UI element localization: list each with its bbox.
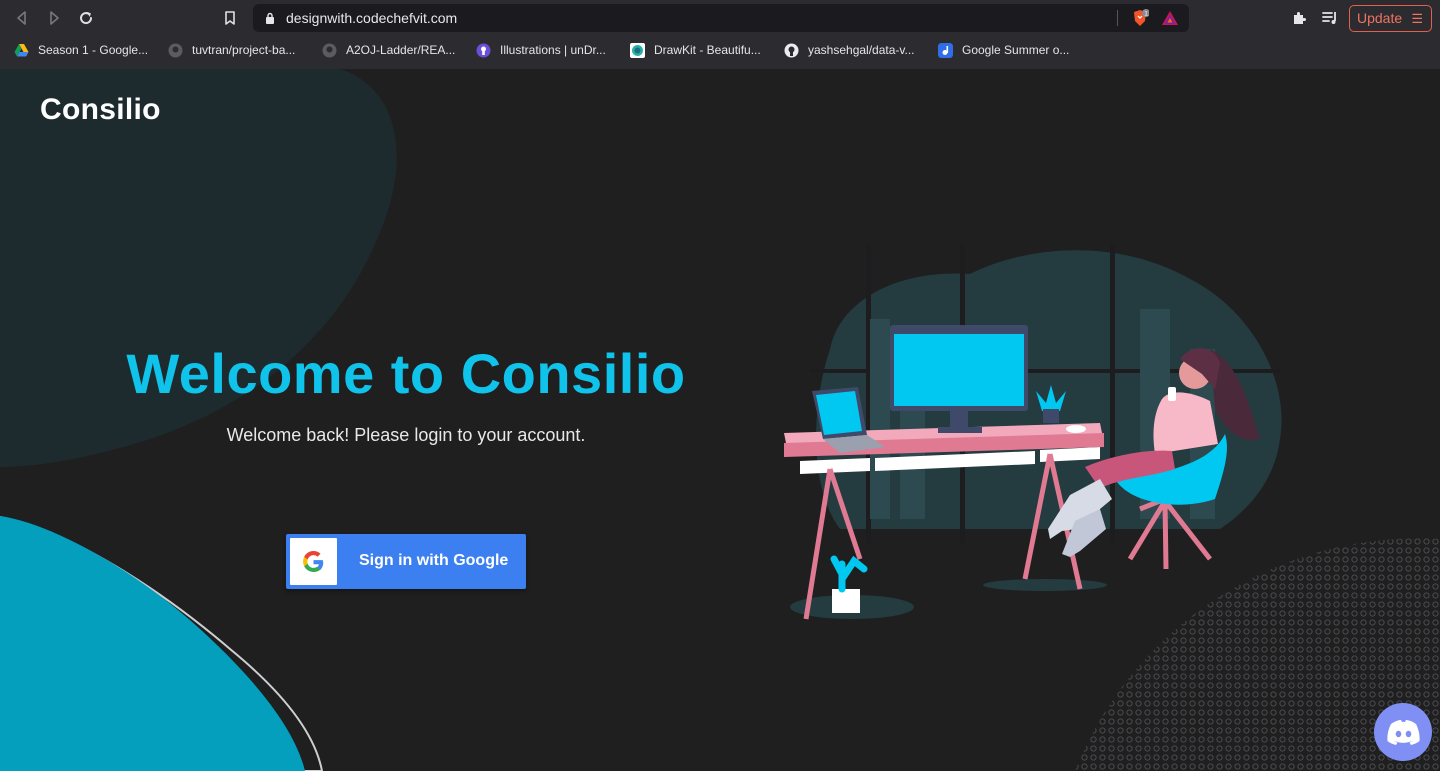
url-text[interactable]: designwith.codechefvit.com	[286, 10, 457, 26]
github-icon	[168, 43, 183, 58]
google-logo-box	[290, 538, 337, 585]
update-button[interactable]: Update ☰	[1349, 5, 1432, 32]
page-title: Welcome to Consilio	[126, 342, 686, 405]
undraw-icon	[476, 43, 491, 58]
bookmark-label: Season 1 - Google...	[38, 43, 149, 57]
page-subtitle: Welcome back! Please login to your accou…	[226, 425, 586, 445]
bookmark-label: yashsehgal/data-v...	[808, 43, 915, 57]
reload-icon[interactable]	[77, 9, 95, 27]
google-drive-icon	[14, 44, 29, 57]
lock-icon	[266, 12, 274, 24]
top-left-blob	[0, 69, 397, 467]
back-icon[interactable]	[13, 9, 31, 27]
page-content: Consilio Welcome to Consilio Welcome bac…	[0, 69, 1440, 771]
bookmark-label: Google Summer o...	[962, 43, 1070, 57]
bookmarks-bar: Season 1 - Google... tuvtran/project-ba.…	[0, 38, 1440, 62]
site-logo[interactable]: Consilio	[40, 93, 161, 127]
bookmark-label: DrawKit - Beautifu...	[654, 43, 761, 57]
discord-widget-button[interactable]	[1374, 703, 1432, 761]
extensions-puzzle-icon[interactable]	[1290, 9, 1308, 27]
bookmark-label: Illustrations | unDr...	[500, 43, 606, 57]
bookmark-page-icon[interactable]	[221, 9, 239, 27]
drawkit-icon	[630, 43, 645, 58]
forward-icon[interactable]	[45, 9, 63, 27]
menu-icon: ☰	[1411, 11, 1423, 26]
google-signin-button[interactable]: Sign in with Google	[286, 534, 526, 589]
gsoc-icon	[938, 43, 953, 58]
shields-count: 1	[1144, 11, 1148, 18]
google-g-icon	[303, 551, 324, 572]
browser-toolbar: designwith.codechefvit.com 1 Update ☰	[0, 0, 1440, 36]
google-signin-label: Sign in with Google	[359, 552, 509, 569]
reading-list-icon[interactable]	[1321, 9, 1339, 27]
bookmark-label: tuvtran/project-ba...	[192, 43, 296, 57]
brave-rewards-icon[interactable]	[1161, 10, 1179, 26]
brave-shields-icon[interactable]: 1	[1131, 9, 1149, 27]
discord-icon	[1387, 720, 1420, 745]
bookmark-label: A2OJ-Ladder/REA...	[346, 43, 456, 57]
github-icon	[322, 43, 337, 58]
address-bar[interactable]: designwith.codechefvit.com 1	[253, 4, 1189, 32]
browser-chrome: designwith.codechefvit.com 1 Update ☰ Se…	[0, 0, 1440, 69]
update-label: Update	[1357, 10, 1403, 26]
github-icon	[784, 43, 799, 58]
bottom-left-blob	[0, 516, 305, 771]
workspace-illustration	[784, 244, 1282, 620]
address-bar-divider	[1117, 10, 1118, 26]
